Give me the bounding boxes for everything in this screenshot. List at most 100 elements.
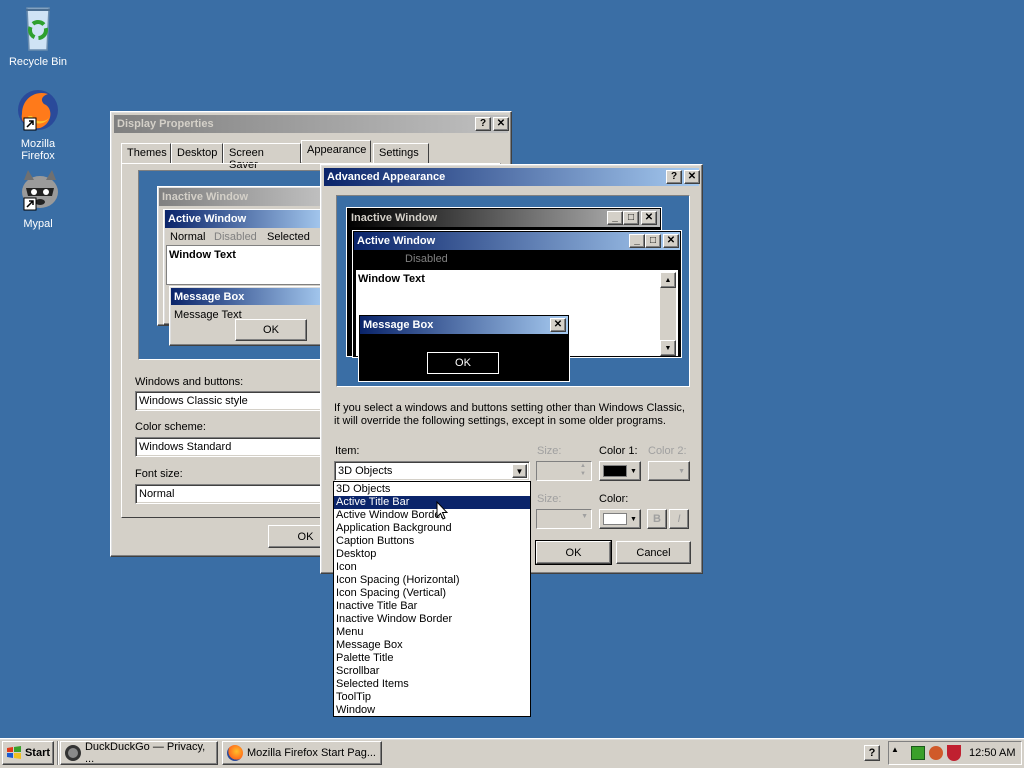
- tab-settings[interactable]: Settings: [373, 143, 429, 163]
- ok-button[interactable]: OK: [535, 540, 612, 565]
- item-label: Item:: [335, 445, 360, 457]
- desktop-icon-recycle-bin[interactable]: Recycle Bin: [3, 4, 73, 68]
- font-size-combo[interactable]: ▼: [536, 509, 592, 529]
- list-item[interactable]: Scrollbar: [334, 665, 530, 678]
- list-item[interactable]: Desktop: [334, 548, 530, 561]
- title-bar[interactable]: Display Properties: [114, 115, 508, 133]
- font-size-combo[interactable]: Normal: [135, 484, 325, 504]
- list-item[interactable]: Inactive Window Border: [334, 613, 530, 626]
- spinner-up-icon: ▲: [580, 463, 586, 469]
- help-button[interactable]: ?: [666, 170, 682, 184]
- system-tray: ▲ 12:50 AM: [888, 741, 1022, 765]
- list-item[interactable]: Icon Spacing (Horizontal): [334, 574, 530, 587]
- desktop-icon-mypal[interactable]: Mypal: [3, 166, 73, 230]
- taskbar-separator: [57, 741, 59, 765]
- list-item[interactable]: Application Background: [334, 522, 530, 535]
- list-item[interactable]: Caption Buttons: [334, 535, 530, 548]
- list-item[interactable]: Icon: [334, 561, 530, 574]
- preview-menu-disabled: Disabled: [214, 231, 257, 243]
- color-scheme-label: Color scheme:: [135, 421, 206, 433]
- italic-button[interactable]: I: [669, 509, 689, 529]
- tab-strip: Themes Desktop Screen Saver Appearance S…: [121, 140, 501, 171]
- start-button[interactable]: Start: [2, 741, 54, 765]
- help-tray-icon[interactable]: ?: [864, 745, 880, 761]
- preview-message-title: Message Box: [360, 316, 568, 334]
- preview-close-icon: ✕: [641, 211, 657, 225]
- color1-label: Color 1:: [599, 445, 638, 457]
- network-icon[interactable]: [911, 746, 925, 760]
- appearance-preview: Inactive Window Active Window Normal Dis…: [138, 170, 333, 360]
- size-spinner[interactable]: ▲ ▼: [536, 461, 592, 481]
- list-item[interactable]: Selected Items: [334, 678, 530, 691]
- firefox-icon: [227, 745, 243, 761]
- mouse-cursor-icon: [436, 501, 448, 520]
- advanced-preview: Inactive Window _ □ ✕ Active Window _ □ …: [336, 195, 690, 387]
- clock[interactable]: 12:50 AM: [969, 747, 1015, 759]
- preview-window-text: Window Text: [358, 273, 425, 285]
- desktop-icon-label: Mozilla Firefox: [20, 138, 56, 162]
- list-item[interactable]: Active Title Bar: [334, 496, 530, 509]
- color2-picker[interactable]: ▼: [648, 461, 690, 481]
- preview-minimize-icon: _: [629, 234, 645, 248]
- title-bar[interactable]: Advanced Appearance: [324, 168, 699, 186]
- list-item[interactable]: 3D Objects: [334, 483, 530, 496]
- windows-logo-icon: [6, 746, 21, 759]
- list-item[interactable]: Inactive Title Bar: [334, 600, 530, 613]
- color2-label: Color 2:: [648, 445, 687, 457]
- desktop-icon-label: Mypal: [23, 218, 53, 230]
- font-size-label: Font size:: [135, 468, 183, 480]
- preview-ok-button: OK: [235, 319, 307, 341]
- close-button[interactable]: ✕: [684, 170, 700, 184]
- tab-themes[interactable]: Themes: [121, 143, 171, 163]
- info-text-line1: If you select a windows and buttons sett…: [334, 402, 685, 414]
- bold-button[interactable]: B: [647, 509, 667, 529]
- preview-minimize-icon: _: [607, 211, 623, 225]
- tray-expand-icon[interactable]: ▲: [891, 745, 899, 754]
- close-button[interactable]: ✕: [493, 117, 509, 131]
- font-color-label: Color:: [599, 493, 629, 505]
- window-title: Display Properties: [117, 118, 214, 130]
- tab-screen-saver[interactable]: Screen Saver: [223, 143, 301, 171]
- list-item[interactable]: Palette Title: [334, 652, 530, 665]
- start-label: Start: [24, 747, 51, 759]
- shield-icon[interactable]: [947, 745, 961, 761]
- size-label: Size:: [537, 445, 562, 457]
- list-item[interactable]: Active Window Border: [334, 509, 530, 522]
- taskbar-item-duckduckgo[interactable]: DuckDuckGo — Privacy, ...: [60, 741, 218, 765]
- preview-menu-disabled: Disabled: [405, 253, 448, 265]
- item-dropdown-list[interactable]: 3D Objects Active Title Bar Active Windo…: [333, 481, 531, 717]
- preview-ok-button: OK: [427, 352, 499, 374]
- info-text-line2: it will override the following settings,…: [334, 415, 666, 427]
- desktop-icon-firefox[interactable]: Mozilla Firefox: [3, 86, 73, 162]
- font-color-picker[interactable]: ▼: [599, 509, 641, 529]
- chevron-down-icon[interactable]: ▼: [512, 464, 527, 478]
- cancel-button[interactable]: Cancel: [616, 541, 691, 564]
- windows-buttons-combo[interactable]: Windows Classic style: [135, 391, 325, 411]
- settings-tray-icon[interactable]: [929, 746, 943, 760]
- help-button[interactable]: ?: [475, 117, 491, 131]
- color-swatch: [603, 513, 627, 525]
- list-item[interactable]: Window: [334, 704, 530, 717]
- preview-scrollbar: ▲ ▼: [660, 272, 676, 356]
- preview-message-text: Message Text: [174, 309, 242, 321]
- scroll-down-icon: ▼: [660, 340, 676, 356]
- tab-desktop[interactable]: Desktop: [171, 143, 223, 163]
- color-swatch: [603, 465, 627, 477]
- color-scheme-combo[interactable]: Windows Standard: [135, 437, 325, 457]
- raccoon-icon: [22, 170, 58, 211]
- list-item[interactable]: Menu: [334, 626, 530, 639]
- preview-menu-selected: Selected: [267, 231, 310, 243]
- preview-inactive-title: Inactive Window: [159, 188, 323, 206]
- chevron-down-icon: ▼: [630, 515, 637, 523]
- scroll-up-icon: ▲: [660, 272, 676, 288]
- color1-picker[interactable]: ▼: [599, 461, 641, 481]
- preview-close-icon: ✕: [550, 318, 566, 332]
- list-item[interactable]: Message Box: [334, 639, 530, 652]
- list-item[interactable]: ToolTip: [334, 691, 530, 704]
- tab-appearance[interactable]: Appearance: [301, 140, 371, 162]
- item-combo[interactable]: 3D Objects ▼: [334, 461, 530, 481]
- desktop-icon-label: Recycle Bin: [8, 56, 68, 68]
- chevron-down-icon: ▼: [678, 467, 685, 475]
- list-item[interactable]: Icon Spacing (Vertical): [334, 587, 530, 600]
- taskbar-item-firefox[interactable]: Mozilla Firefox Start Pag...: [222, 741, 382, 765]
